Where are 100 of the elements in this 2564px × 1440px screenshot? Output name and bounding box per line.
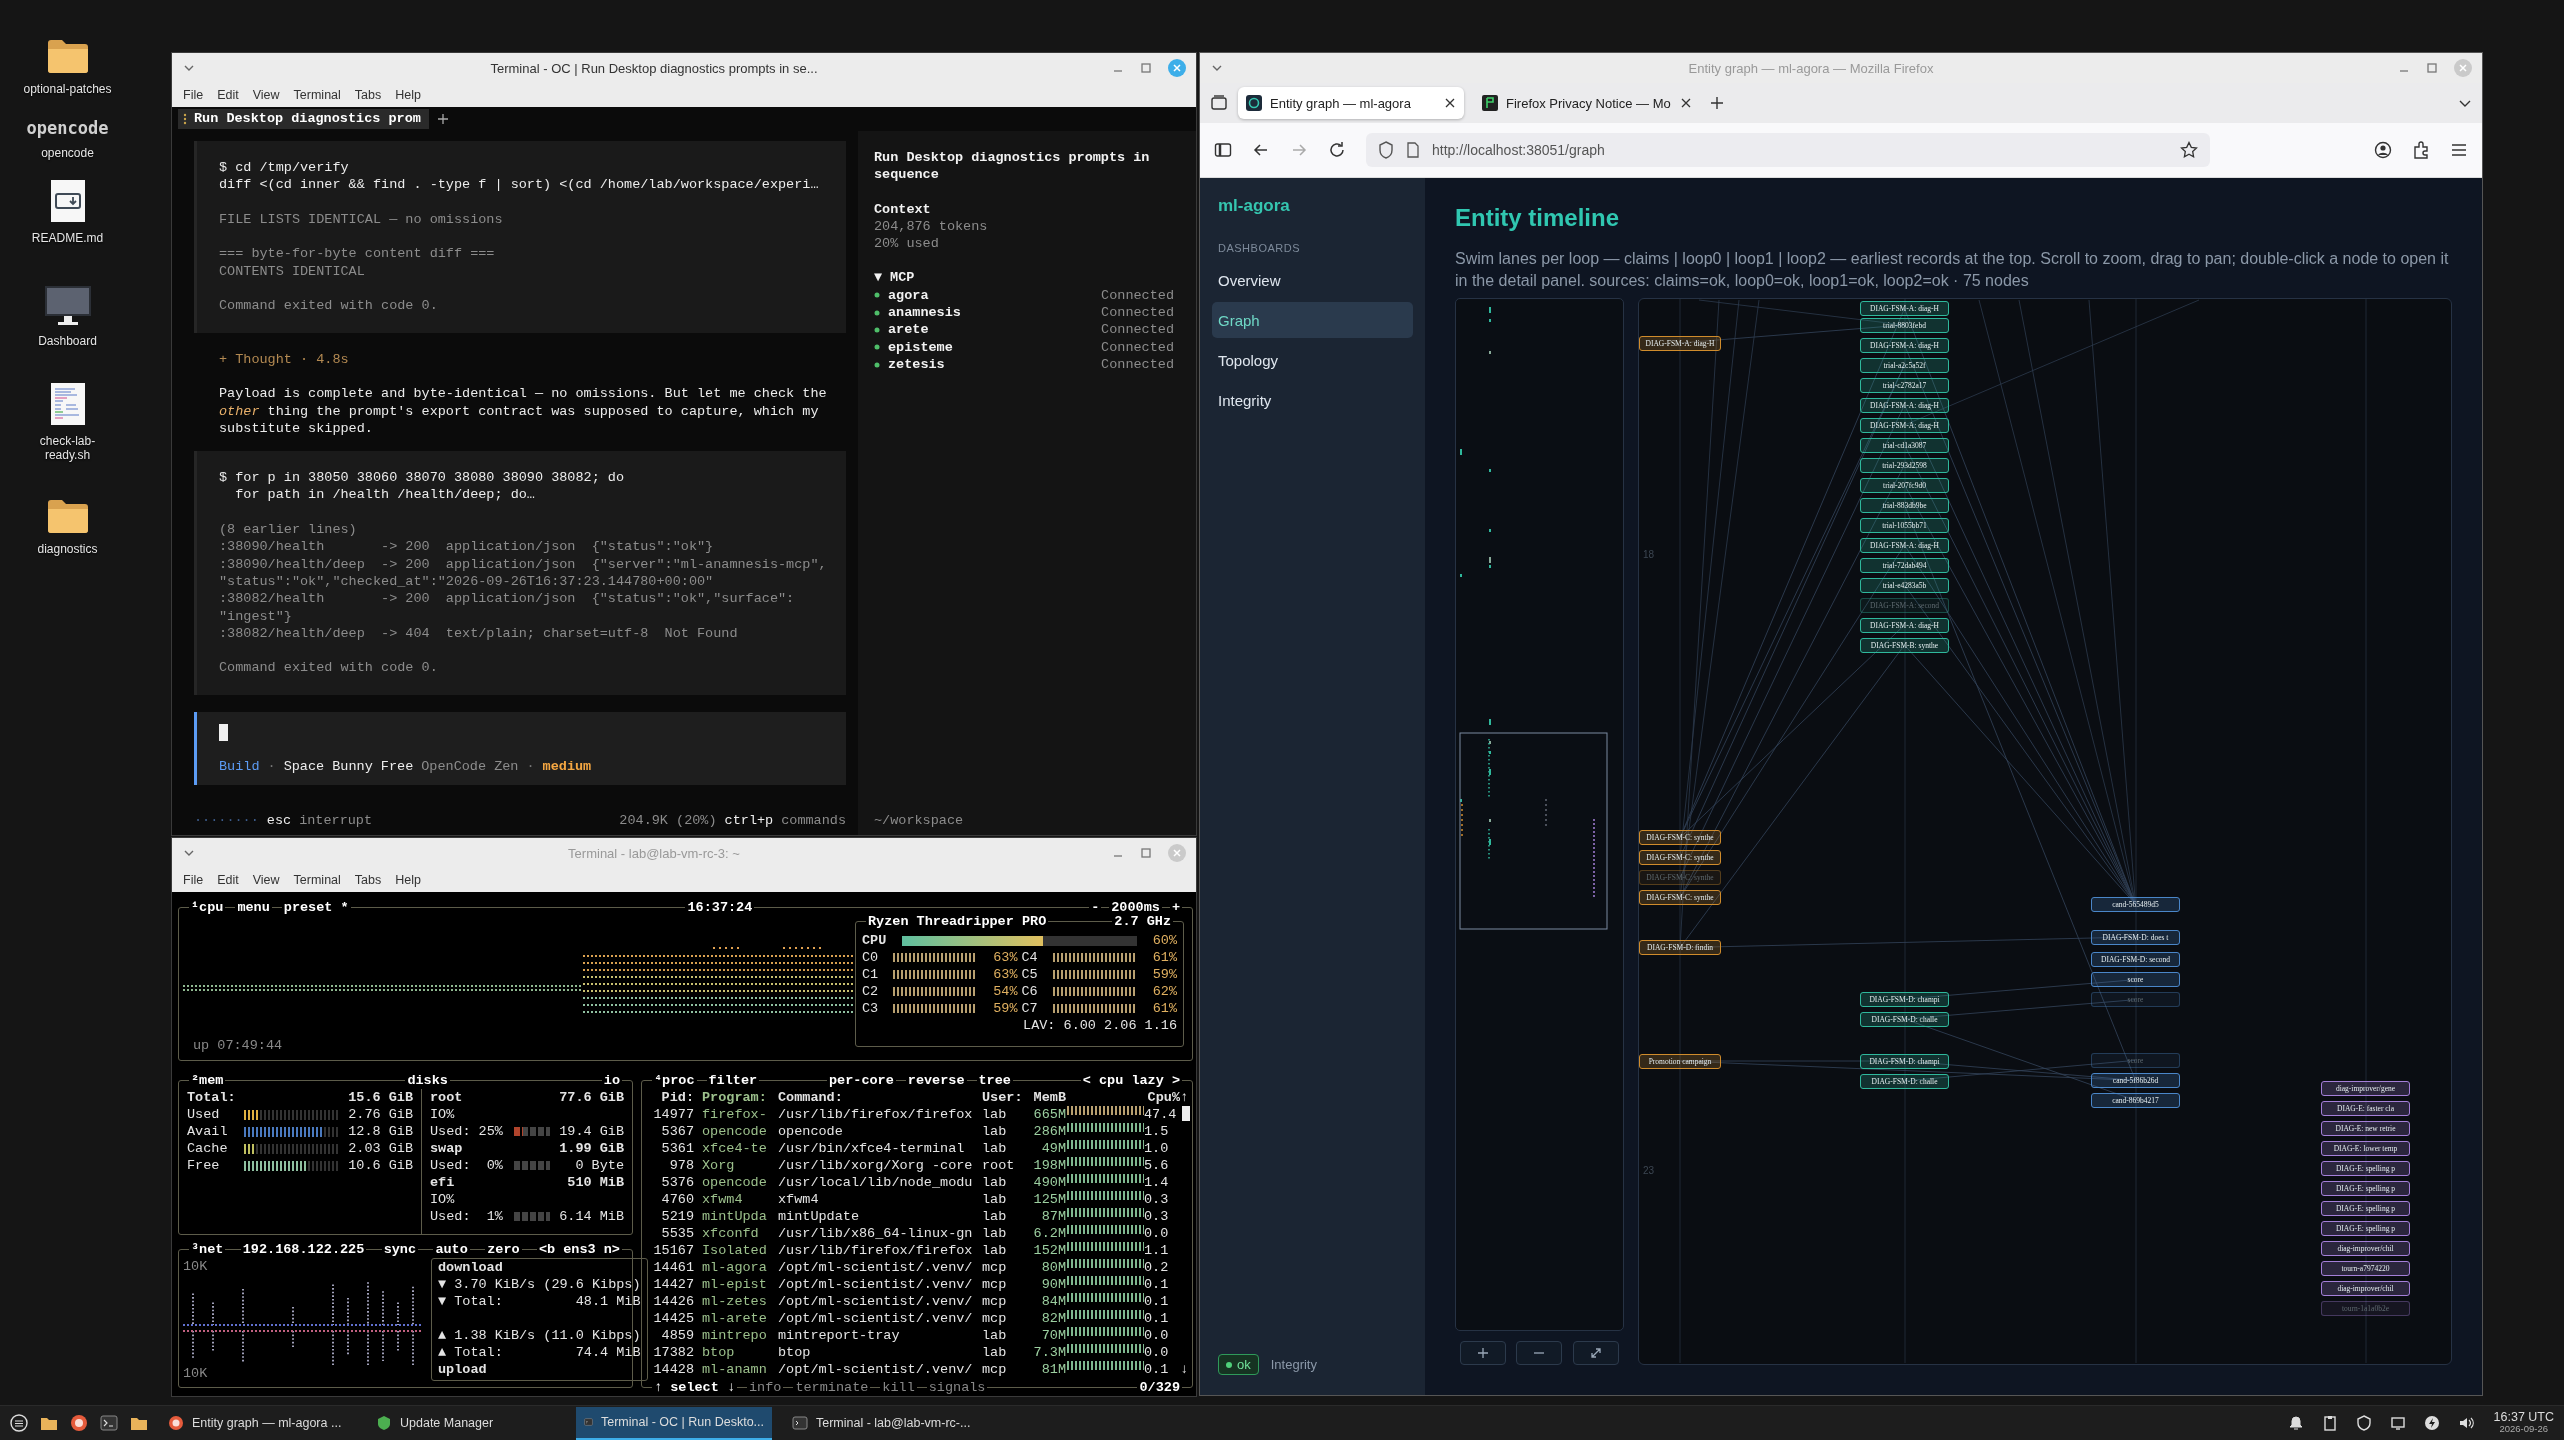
browser-tab[interactable]: Entity graph — ml-agora	[1238, 87, 1464, 119]
start-menu-icon[interactable]	[10, 1414, 28, 1432]
folder-icon[interactable]	[46, 37, 89, 74]
clock-time[interactable]: 16:37 UTC	[2493, 1411, 2554, 1423]
icon-label[interactable]: diagnostics	[37, 541, 98, 556]
address-bar[interactable]: http://localhost:38051/graph	[1366, 133, 2210, 167]
panel-tab[interactable]: preset *	[281, 899, 351, 916]
program-name: Xorg	[701, 1157, 736, 1174]
close-icon[interactable]	[1680, 97, 1692, 109]
uptime-text: up 07:49:44	[192, 1037, 284, 1054]
folder-icon[interactable]	[130, 1415, 148, 1431]
shield-icon[interactable]	[2355, 1415, 2372, 1431]
status-dot	[874, 361, 880, 368]
menu-item[interactable]: File	[176, 88, 211, 102]
menu-item[interactable]: Terminal	[286, 88, 348, 102]
markdown-file-icon[interactable]	[49, 178, 86, 223]
plus-icon[interactable]	[1710, 96, 1724, 110]
command-path: /opt/ml-scientist/.venv/	[778, 1276, 974, 1293]
panel-tab[interactable]: ⁴proc	[652, 1072, 697, 1089]
menu-item[interactable]: Edit	[210, 88, 246, 102]
taskbar-button[interactable]: Terminal - lab@lab-vm-rc-...	[784, 1406, 980, 1440]
lightning-icon[interactable]	[2423, 1415, 2440, 1431]
server-name: episteme	[888, 338, 954, 356]
panel-tab[interactable]: < cpu lazy >	[1080, 1072, 1182, 1089]
expand-arrow[interactable]: ▼	[874, 269, 883, 287]
memory-label: Avail	[187, 1123, 229, 1140]
browser-icon	[168, 1415, 184, 1431]
menu-item[interactable]: Tabs	[347, 88, 389, 102]
scrollbar-thumb[interactable]	[1182, 1106, 1190, 1121]
folder-icon[interactable]	[46, 497, 89, 534]
terminal-tab[interactable]: Run Desktop diagnostics prom	[178, 109, 429, 129]
menu-item[interactable]: Edit	[210, 873, 246, 887]
panel-tab[interactable]: disks	[405, 1072, 450, 1089]
window-title: Terminal - lab@lab-vm-rc-3: ~	[567, 845, 741, 861]
icon-label[interactable]: Dashboard	[38, 333, 97, 348]
taskbar-button[interactable]: Terminal - OC | Run Deskto...	[576, 1406, 772, 1440]
clock-date[interactable]: 2026-09-26	[2499, 1423, 2549, 1435]
taskbar-button[interactable]: Update Manager	[368, 1406, 564, 1440]
fit-view-button[interactable]	[1572, 1341, 1619, 1365]
server-status: Connected	[1101, 321, 1174, 339]
core-percent: 61%	[1151, 949, 1177, 966]
maximize-icon[interactable]	[2426, 62, 2438, 74]
output-line: :38082/health/deep -> 404 text/plain; charset=utf-8 Not Found	[219, 624, 739, 643]
scroll-up-arrow[interactable]: ↑	[1180, 1089, 1190, 1106]
maximize-icon[interactable]	[1140, 847, 1152, 859]
zoom-in-button[interactable]	[1460, 1341, 1507, 1365]
folder-icon[interactable]	[40, 1415, 58, 1431]
menu-icon[interactable]	[2450, 141, 2468, 159]
server-name: zetesis	[888, 355, 946, 374]
clipboard-icon[interactable]	[2321, 1415, 2338, 1431]
reload-icon[interactable]	[1328, 141, 1346, 159]
user-name: lab	[982, 1327, 1008, 1344]
cpu-model: Ryzen Threadripper PRO	[866, 913, 1049, 930]
app-logo[interactable]: opencode	[26, 118, 109, 138]
sidebar-icon[interactable]	[1214, 141, 1232, 159]
command-line: $ cd /tmp/verify	[219, 159, 350, 177]
menu-item[interactable]: Help	[388, 88, 428, 102]
nav-item[interactable]: Integrity	[1212, 382, 1413, 418]
icon-label[interactable]: README.md	[31, 230, 104, 245]
menu-item[interactable]: Tabs	[347, 873, 389, 887]
memory-usage: 286M	[1032, 1123, 1066, 1140]
output-line: Command exited with code 0.	[219, 659, 439, 677]
nav-item[interactable]: Overview	[1212, 262, 1413, 298]
menu-item[interactable]: Terminal	[286, 873, 348, 887]
account-icon[interactable]	[2374, 141, 2392, 159]
bell-icon[interactable]	[2287, 1415, 2304, 1431]
memory-usage: 125M	[1032, 1191, 1066, 1208]
menu-item[interactable]: View	[245, 873, 287, 887]
nav-item[interactable]: Graph	[1212, 302, 1413, 338]
menu-item[interactable]: Help	[388, 873, 428, 887]
prompt-input[interactable]: Build · Space Bunny Free OpenCode Zen · medium	[194, 711, 846, 785]
user-name: lab	[982, 1106, 1008, 1123]
extensions-icon[interactable]	[2412, 141, 2430, 159]
scroll-down-arrow[interactable]: ↓	[1180, 1361, 1190, 1378]
program-name: mintrepo	[701, 1327, 768, 1344]
icon-label[interactable]: opencode	[41, 146, 94, 160]
script-file-icon[interactable]	[49, 381, 86, 426]
memory-value: 2.03 GiB	[347, 1140, 413, 1157]
plus-icon[interactable]	[436, 113, 449, 125]
panel-tab[interactable]: signals	[926, 1379, 988, 1396]
scale-label: 10K	[183, 1258, 209, 1275]
maximize-icon[interactable]	[1140, 62, 1152, 74]
icon-label[interactable]: check-lab-ready.sh	[30, 433, 105, 462]
star-icon[interactable]	[2180, 141, 2198, 159]
tab-list-icon[interactable]	[1210, 94, 1228, 112]
network-icon[interactable]	[2389, 1415, 2406, 1431]
nav-item[interactable]: Topology	[1212, 342, 1413, 378]
shortcut-label: interrupt	[299, 811, 373, 829]
monitor-icon[interactable]	[44, 285, 91, 326]
icon-label[interactable]: optional-patches	[23, 81, 112, 96]
close-icon[interactable]	[1444, 97, 1456, 109]
menu-item[interactable]: File	[176, 873, 211, 887]
browser-tab[interactable]: Firefox Privacy Notice — Mo	[1474, 87, 1700, 119]
volume-icon[interactable]	[2457, 1415, 2476, 1431]
working-directory: ~/workspace	[874, 811, 965, 829]
terminal-icon[interactable]	[100, 1415, 118, 1431]
panel-tab[interactable]: ¹cpu	[189, 899, 226, 916]
browser-icon[interactable]	[70, 1414, 88, 1432]
taskbar-button[interactable]: Entity graph — ml-agora ...	[160, 1406, 356, 1440]
menu-item[interactable]: View	[245, 88, 287, 102]
